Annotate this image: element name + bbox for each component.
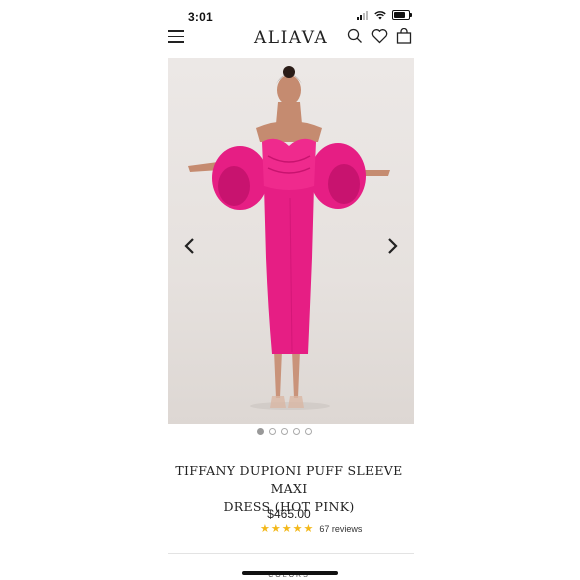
status-icons: [357, 10, 412, 20]
carousel-prev-icon[interactable]: [180, 236, 200, 256]
search-icon[interactable]: [347, 28, 363, 44]
star-icon: ★: [281, 523, 292, 535]
product-image-carousel[interactable]: [168, 58, 414, 424]
star-icon: ★: [260, 523, 270, 535]
bag-icon[interactable]: [396, 28, 412, 44]
product-title-line: TIFFANY DUPIONI PUFF SLEEVE MAXI: [175, 463, 403, 496]
star-icon: ★: [303, 523, 314, 535]
header-actions: [347, 28, 412, 44]
star-icon: ★: [270, 523, 281, 535]
divider: [168, 553, 414, 554]
battery-icon: [392, 10, 412, 20]
status-time: 3:01: [188, 10, 213, 24]
carousel-next-icon[interactable]: [382, 236, 402, 256]
rating-stars: ★ ★ ★ ★ ★: [260, 523, 313, 535]
phone-screen: 3:01 ALIAVA TIFFANY DUPIONI PUFF SLEEVE …: [160, 0, 418, 580]
carousel-dot[interactable]: [293, 428, 300, 435]
star-icon: ★: [292, 523, 303, 535]
product-photo: [188, 66, 390, 410]
carousel-dot[interactable]: [269, 428, 276, 435]
carousel-dot[interactable]: [305, 428, 312, 435]
carousel-dot[interactable]: [257, 428, 264, 435]
review-count-link[interactable]: 67 reviews: [319, 524, 362, 534]
menu-icon[interactable]: [168, 30, 184, 43]
brand-logo[interactable]: ALIAVA: [254, 28, 328, 48]
wifi-icon: [374, 10, 386, 19]
product-price: $465.00: [267, 507, 311, 521]
signal-icon: [357, 10, 368, 20]
heart-icon[interactable]: [371, 28, 388, 44]
product-rating[interactable]: ★ ★ ★ ★ ★ 67 reviews: [260, 523, 362, 535]
home-indicator: [242, 571, 338, 575]
site-header: ALIAVA: [160, 26, 418, 50]
carousel-dot[interactable]: [281, 428, 288, 435]
carousel-pagination: [257, 428, 312, 435]
